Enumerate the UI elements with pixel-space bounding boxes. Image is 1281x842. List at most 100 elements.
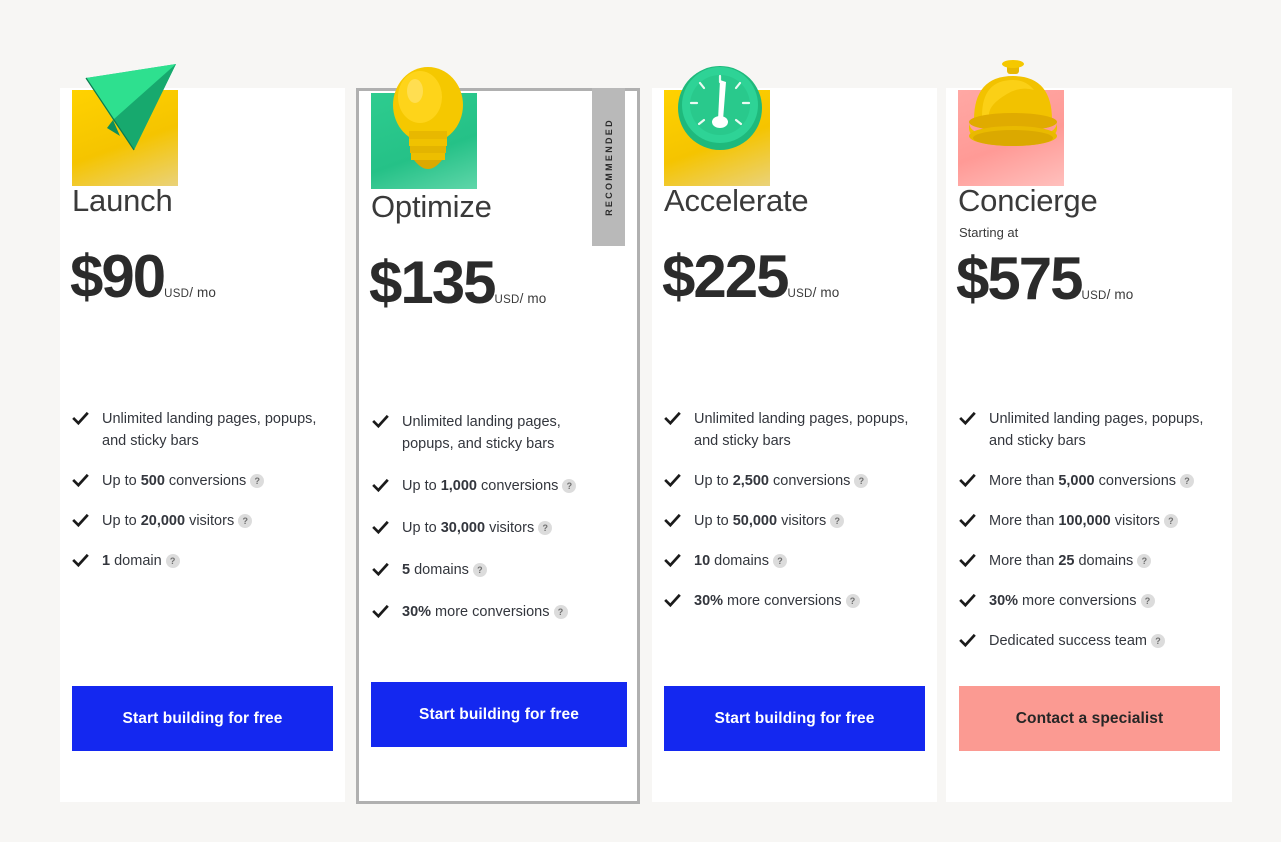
help-tooltip-icon[interactable]: ? — [553, 605, 568, 619]
feature-item: Up to 1,000 conversions? — [372, 475, 616, 497]
feature-text-value: 25 — [1058, 553, 1075, 569]
feature-text-suffix: domains — [1074, 553, 1134, 569]
feature-text-value: 1,000 — [440, 478, 477, 494]
lightbulb-icon — [371, 61, 479, 189]
feature-list: Unlimited landing pages, popups, and sti… — [72, 408, 334, 590]
feature-item: 30% more conversions? — [959, 590, 1225, 612]
price-amount: $225 — [662, 243, 789, 310]
price-amount: $575 — [956, 245, 1083, 312]
help-tooltip-icon[interactable]: ? — [1150, 634, 1165, 648]
icon-backdrop-square — [664, 90, 770, 186]
feature-item: More than 5,000 conversions? — [959, 470, 1225, 492]
checkmark-icon — [72, 552, 89, 569]
feature-item: More than 25 domains? — [959, 550, 1225, 572]
feature-text-suffix: conversions — [164, 473, 247, 489]
feature-text-prefix: Up to — [694, 513, 733, 529]
feature-text-suffix: visitors — [1110, 513, 1160, 529]
recommended-badge: RECOMMENDED — [592, 88, 625, 246]
feature-text-value: 30% — [694, 593, 724, 609]
checkmark-icon — [372, 519, 389, 536]
paper-plane-icon — [72, 58, 180, 186]
cta-button-optimize[interactable]: Start building for free — [371, 682, 627, 747]
plan-title: Accelerate — [664, 183, 809, 218]
feature-text-prefix: Up to — [102, 473, 141, 489]
feature-item: Unlimited landing pages, popups, and sti… — [959, 408, 1225, 452]
help-tooltip-icon[interactable]: ? — [538, 521, 553, 535]
plan-price: $135 USD/ mo — [369, 253, 546, 313]
price-unit: USD/ mo — [494, 291, 546, 312]
feature-item: 1 domain? — [72, 550, 334, 572]
help-tooltip-icon[interactable]: ? — [1180, 474, 1195, 488]
price-period: / mo — [812, 284, 840, 300]
checkmark-icon — [959, 472, 976, 489]
icon-backdrop-square — [958, 90, 1064, 186]
feature-text-value: 2,500 — [732, 473, 769, 489]
feature-text-value: 30% — [402, 604, 432, 620]
feature-text-suffix: visitors — [485, 520, 535, 536]
checkmark-icon — [664, 592, 681, 609]
feature-text-prefix: Unlimited landing pages, popups, and sti… — [102, 411, 317, 449]
feature-text-value: 1 — [102, 553, 111, 569]
help-tooltip-icon[interactable]: ? — [772, 554, 787, 568]
feature-item: Unlimited landing pages, popups, and sti… — [72, 408, 334, 452]
cta-button-accelerate[interactable]: Start building for free — [664, 686, 925, 751]
help-tooltip-icon[interactable]: ? — [165, 554, 180, 568]
price-unit: USD/ mo — [164, 284, 216, 306]
feature-text-suffix: conversions — [476, 478, 559, 494]
feature-item: Up to 500 conversions? — [72, 470, 334, 492]
feature-item: Up to 2,500 conversions? — [664, 470, 928, 492]
checkmark-icon — [372, 413, 389, 430]
help-tooltip-icon[interactable]: ? — [830, 514, 845, 528]
checkmark-icon — [72, 410, 89, 427]
feature-text-prefix: Up to — [402, 520, 441, 536]
feature-list: Unlimited landing pages, popups, and sti… — [664, 408, 928, 630]
feature-text-prefix: Unlimited landing pages, popups, and sti… — [694, 411, 909, 449]
icon-backdrop-square — [72, 90, 178, 186]
checkmark-icon — [72, 512, 89, 529]
checkmark-icon — [959, 512, 976, 529]
help-tooltip-icon[interactable]: ? — [238, 514, 253, 528]
feature-list: Unlimited landing pages, popups, and sti… — [959, 408, 1225, 670]
feature-text-value: 10 — [694, 553, 711, 569]
feature-text-suffix: domain — [110, 553, 162, 569]
price-currency: USD — [787, 287, 813, 300]
feature-text-suffix: more conversions — [431, 604, 550, 620]
feature-item: 10 domains? — [664, 550, 928, 572]
feature-text-prefix: More than — [989, 553, 1059, 569]
help-tooltip-icon[interactable]: ? — [1137, 554, 1152, 568]
feature-list: Unlimited landing pages, popups, and sti… — [372, 411, 616, 643]
feature-item: Unlimited landing pages, popups, and sti… — [372, 411, 616, 455]
pricing-card-optimize: RECOMMENDED Optimize $135 USD/ mo Unlimited … — [356, 67, 640, 804]
feature-text-value: 5,000 — [1058, 473, 1095, 489]
help-tooltip-icon[interactable]: ? — [250, 474, 265, 488]
feature-text-value: 20,000 — [140, 513, 186, 529]
feature-text-prefix: Up to — [694, 473, 733, 489]
help-tooltip-icon[interactable]: ? — [562, 479, 577, 493]
feature-item: More than 100,000 visitors? — [959, 510, 1225, 532]
help-tooltip-icon[interactable]: ? — [1140, 594, 1155, 608]
starting-at-label: Starting at — [959, 225, 1019, 240]
checkmark-icon — [664, 512, 681, 529]
help-tooltip-icon[interactable]: ? — [1163, 514, 1178, 528]
feature-item: Unlimited landing pages, popups, and sti… — [664, 408, 928, 452]
feature-text-prefix: Dedicated success team — [989, 633, 1147, 649]
plan-price: $225 USD/ mo — [662, 243, 840, 310]
help-tooltip-icon[interactable]: ? — [472, 563, 487, 577]
cta-button-concierge[interactable]: Contact a specialist — [959, 686, 1220, 751]
price-unit: USD/ mo — [1081, 287, 1133, 308]
plan-price: $90 USD/ mo — [70, 247, 216, 307]
help-tooltip-icon[interactable]: ? — [845, 594, 860, 608]
checkmark-icon — [372, 561, 389, 578]
feature-text-prefix: Up to — [402, 478, 441, 494]
checkmark-icon — [959, 552, 976, 569]
feature-text-suffix: more conversions — [723, 593, 842, 609]
checkmark-icon — [959, 632, 976, 649]
price-period: / mo — [189, 284, 216, 300]
price-currency: USD — [494, 293, 520, 306]
cta-button-launch[interactable]: Start building for free — [72, 686, 333, 751]
help-tooltip-icon[interactable]: ? — [854, 474, 869, 488]
pricing-card-launch: Launch $90 USD/ mo Unlimited landing pages,… — [60, 64, 345, 802]
feature-text-value: 500 — [140, 473, 165, 489]
feature-text-suffix: domains — [710, 553, 769, 569]
feature-text-suffix: visitors — [777, 513, 827, 529]
